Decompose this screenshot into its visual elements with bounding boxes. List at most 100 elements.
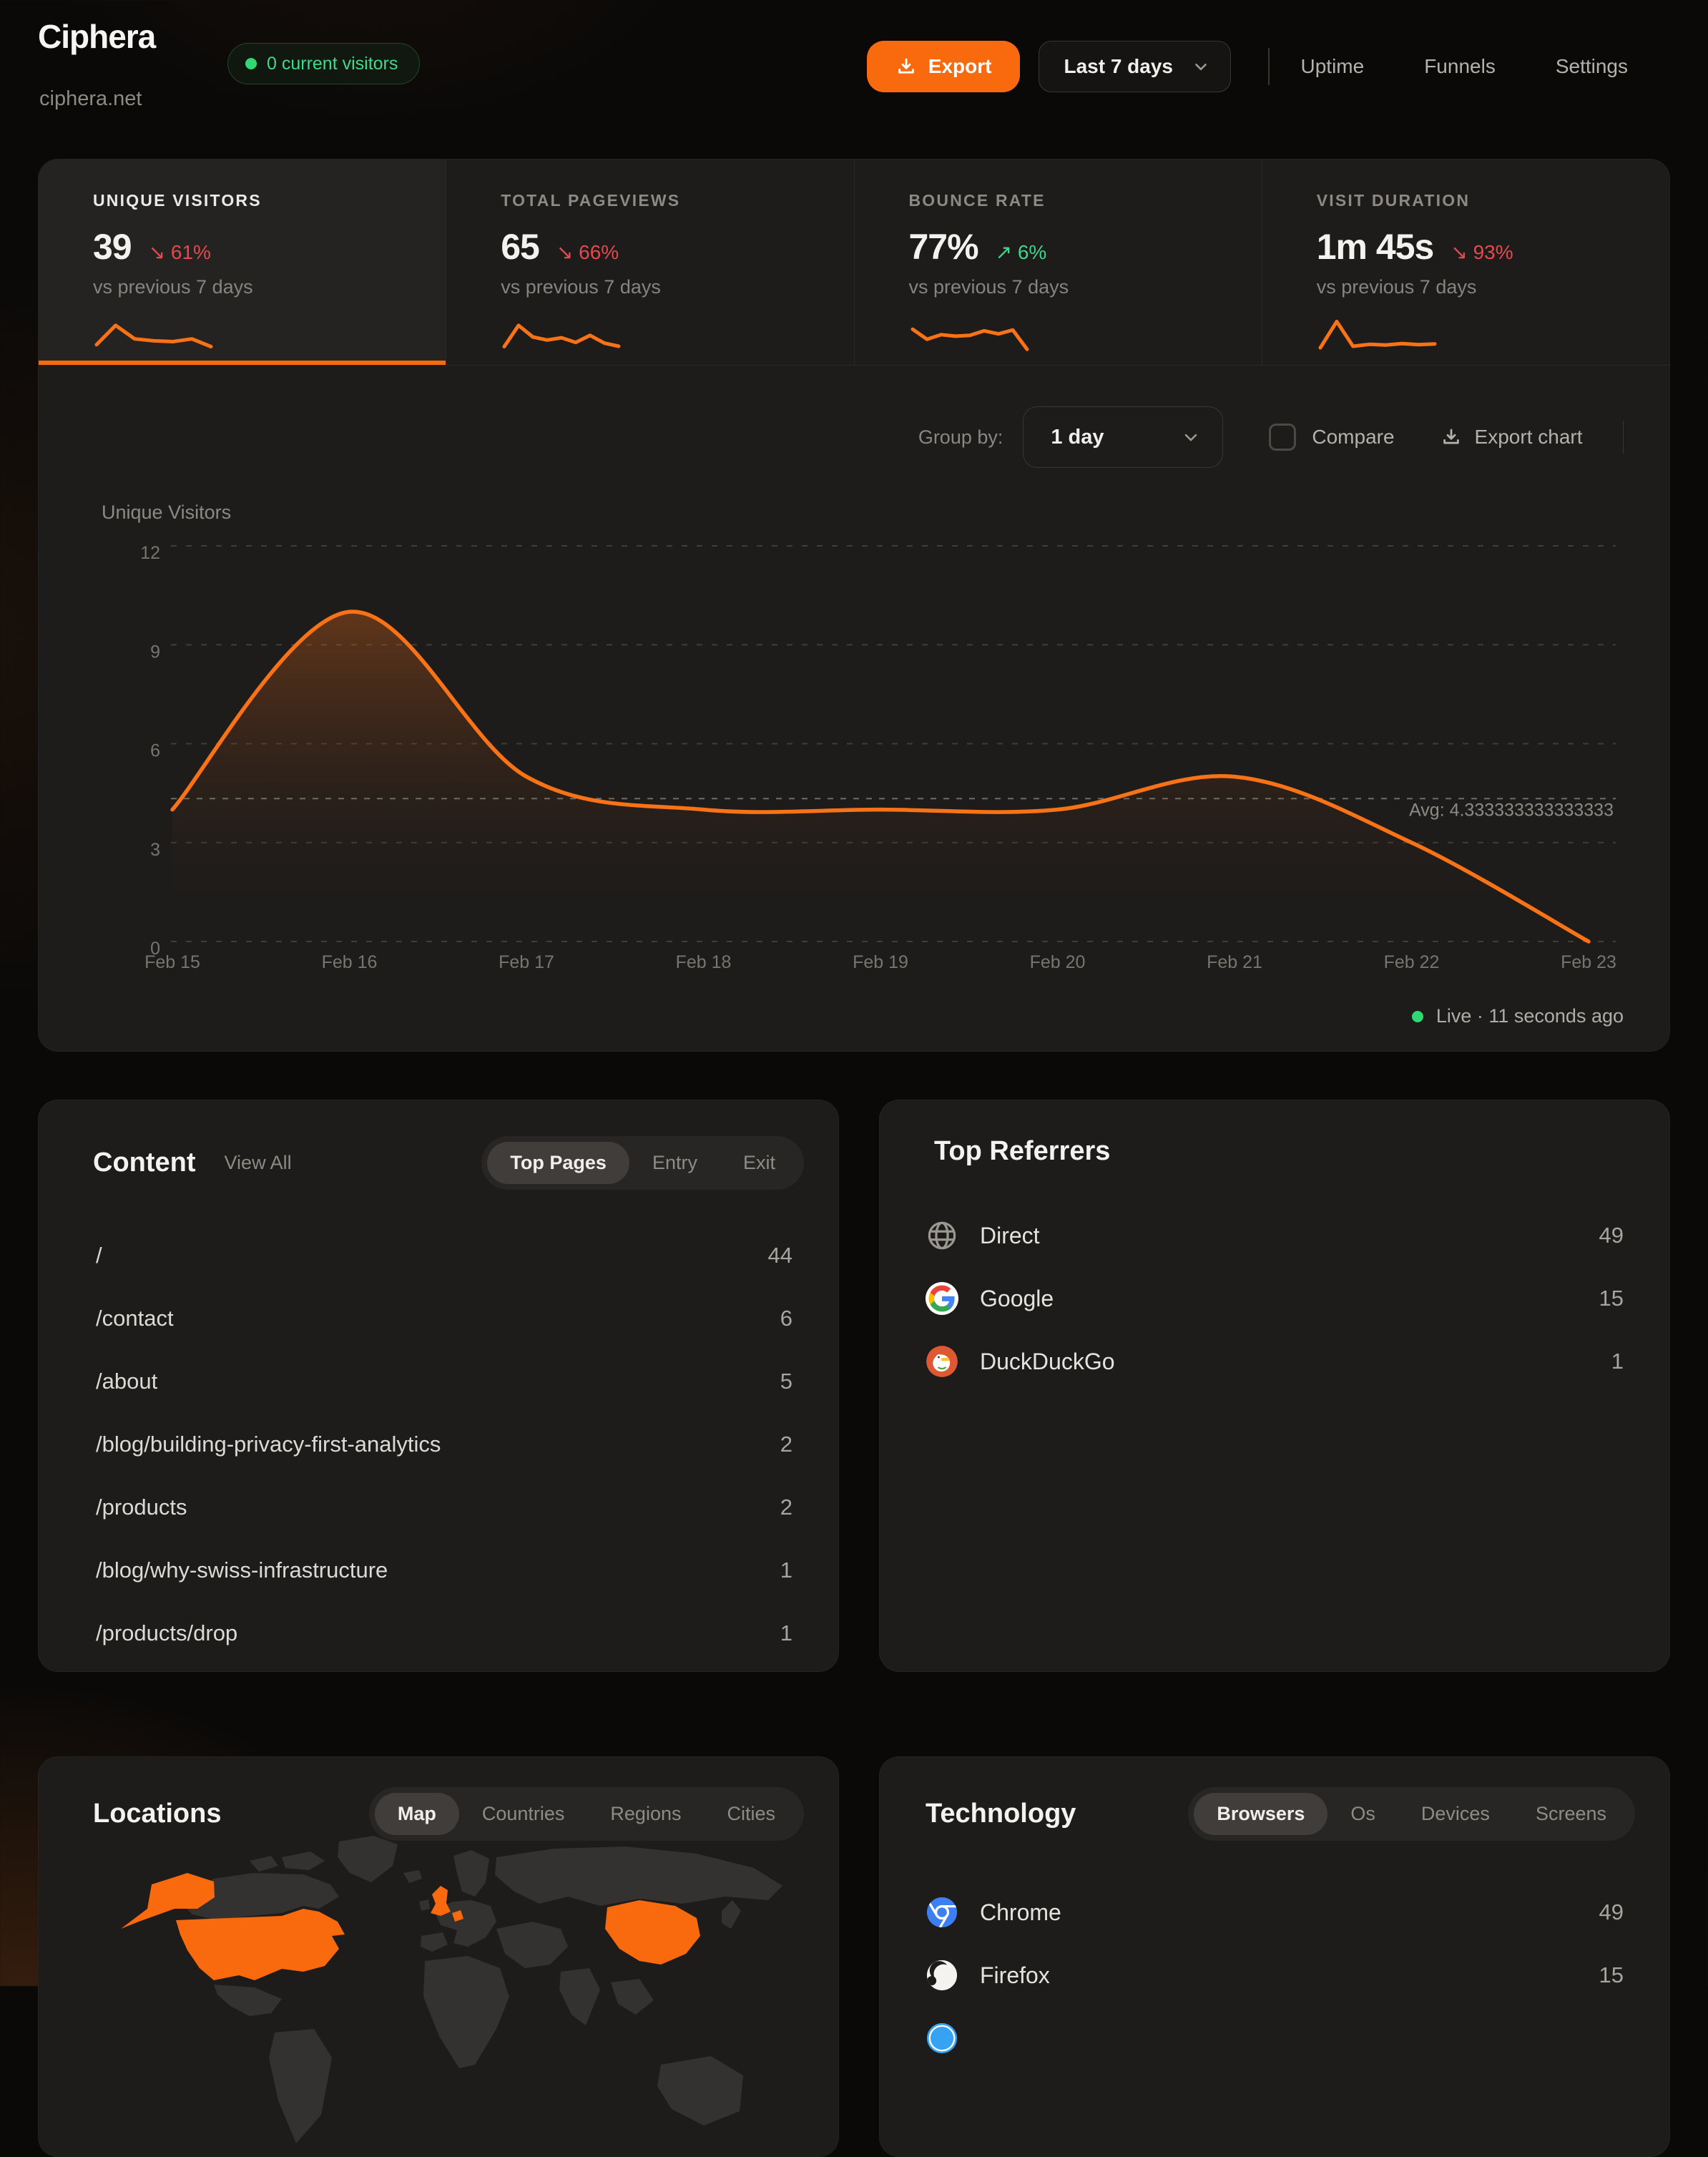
stat-label: TOTAL PAGEVIEWS — [501, 191, 825, 210]
top-referrers-card: Top Referrers Direct 49 Google 15 DuckDu… — [879, 1100, 1670, 1672]
nav-funnels[interactable]: Funnels — [1424, 55, 1496, 78]
page-count: 1 — [780, 1620, 792, 1646]
referrer-count: 15 — [1599, 1286, 1624, 1311]
page-count: 1 — [780, 1557, 792, 1583]
svg-text:Feb 19: Feb 19 — [853, 952, 908, 972]
page-path: /products/drop — [96, 1620, 237, 1646]
svg-text:Avg: 4.333333333333333: Avg: 4.333333333333333 — [1409, 800, 1614, 820]
stat-compare-label: vs previous 7 days — [93, 276, 417, 298]
stat-delta: ↘ 61% — [149, 240, 211, 264]
content-card: Content View All Top Pages Entry Exit /4… — [38, 1100, 839, 1672]
svg-text:Feb 21: Feb 21 — [1207, 952, 1262, 972]
page-row[interactable]: /products/drop 1 — [96, 1602, 792, 1665]
page-row[interactable]: /blog/building-privacy-first-analytics2 — [96, 1413, 792, 1476]
page-count: 44 — [768, 1243, 792, 1268]
referrer-name: Google — [980, 1286, 1054, 1312]
tab-screens[interactable]: Screens — [1513, 1793, 1629, 1835]
header-actions: Export Last 7 days Uptime Funnels Settin… — [867, 41, 1628, 92]
tab-exit[interactable]: Exit — [720, 1142, 798, 1184]
stat-value: 65 — [501, 226, 539, 268]
browser-row[interactable]: Firefox 15 — [926, 1944, 1624, 2007]
export-chart-button[interactable]: Export chart — [1440, 426, 1583, 449]
date-range-value: Last 7 days — [1064, 55, 1173, 78]
date-range-selector[interactable]: Last 7 days — [1039, 41, 1231, 92]
referrer-name: Direct — [980, 1223, 1040, 1249]
page-row[interactable]: /products2 — [96, 1476, 792, 1539]
page-path: / — [96, 1243, 102, 1268]
browser-row-partial[interactable] — [926, 2007, 1624, 2070]
tab-entry[interactable]: Entry — [629, 1142, 720, 1184]
page-path: /blog/why-swiss-infrastructure — [96, 1557, 388, 1583]
sparkline-chart — [501, 314, 622, 360]
compare-label: Compare — [1312, 426, 1394, 449]
page-count: 6 — [780, 1306, 792, 1331]
current-visitors-label: 0 current visitors — [267, 54, 398, 74]
live-status: Live · 11 seconds ago — [1412, 1005, 1624, 1027]
world-map[interactable] — [67, 1829, 811, 2157]
stat-value: 1m 45s — [1317, 226, 1434, 268]
svg-text:12: 12 — [140, 543, 160, 563]
site-domain: ciphera.net — [39, 87, 142, 111]
referrer-count: 1 — [1611, 1349, 1624, 1374]
technology-card: Technology Browsers Os Devices Screens C… — [879, 1756, 1670, 2157]
stat-tab-bounce-rate[interactable]: BOUNCE RATE 77% ↗ 6% vs previous 7 days — [855, 160, 1262, 365]
page-row[interactable]: /contact 6 — [96, 1287, 792, 1350]
duckduckgo-icon — [926, 1345, 958, 1378]
live-dot-icon — [245, 58, 257, 69]
group-by-selector[interactable]: 1 day — [1023, 406, 1223, 468]
tab-browsers[interactable]: Browsers — [1194, 1793, 1327, 1835]
compare-checkbox[interactable] — [1269, 424, 1296, 451]
export-button[interactable]: Export — [867, 41, 1021, 92]
svg-text:Feb 22: Feb 22 — [1384, 952, 1440, 972]
analytics-main-card: UNIQUE VISITORS 39 ↘ 61% vs previous 7 d… — [38, 159, 1670, 1052]
svg-text:Feb 18: Feb 18 — [676, 952, 732, 972]
download-icon — [895, 56, 917, 77]
sparkline-chart — [93, 314, 215, 360]
page-count: 2 — [780, 1495, 792, 1520]
nav-settings[interactable]: Settings — [1556, 55, 1628, 78]
tab-top-pages[interactable]: Top Pages — [487, 1142, 629, 1184]
referrer-row[interactable]: DuckDuckGo 1 — [926, 1330, 1624, 1393]
page-count: 5 — [780, 1369, 792, 1394]
google-icon — [926, 1282, 958, 1315]
browsers-list: Chrome 49 Firefox 15 — [880, 1881, 1669, 2070]
top-nav: Uptime Funnels Settings — [1301, 55, 1629, 78]
page-path: /contact — [96, 1306, 174, 1331]
page-row[interactable]: / 44 — [96, 1224, 792, 1287]
chevron-down-icon — [1181, 427, 1201, 447]
svg-text:9: 9 — [150, 642, 160, 662]
view-all-link[interactable]: View All — [225, 1152, 292, 1174]
group-by-value: 1 day — [1051, 426, 1104, 449]
stat-label: UNIQUE VISITORS — [93, 191, 417, 210]
svg-text:6: 6 — [150, 741, 160, 761]
stat-delta: ↘ 66% — [556, 240, 619, 264]
locations-card-title: Locations — [93, 1799, 221, 1829]
download-icon — [1440, 426, 1462, 448]
content-tabs: Top Pages Entry Exit — [481, 1136, 804, 1190]
tab-devices[interactable]: Devices — [1398, 1793, 1513, 1835]
stat-tab-unique-visitors[interactable]: UNIQUE VISITORS 39 ↘ 61% vs previous 7 d… — [39, 160, 446, 365]
referrer-row[interactable]: Direct 49 — [926, 1204, 1624, 1267]
tab-os[interactable]: Os — [1327, 1793, 1398, 1835]
browser-row[interactable]: Chrome 49 — [926, 1881, 1624, 1944]
stat-tab-total-pageviews[interactable]: TOTAL PAGEVIEWS 65 ↘ 66% vs previous 7 d… — [446, 160, 854, 365]
stat-compare-label: vs previous 7 days — [1317, 276, 1641, 298]
page-path: /blog/building-privacy-first-analytics — [96, 1432, 441, 1457]
group-by-label: Group by: — [918, 426, 1003, 449]
live-status-text: Live · 11 seconds ago — [1436, 1005, 1624, 1027]
referrer-row[interactable]: Google 15 — [926, 1267, 1624, 1330]
svg-text:Feb 20: Feb 20 — [1030, 952, 1086, 972]
stat-value: 39 — [93, 226, 132, 268]
page-row[interactable]: /about5 — [96, 1350, 792, 1413]
browser-count: 15 — [1599, 1962, 1624, 1988]
svg-text:Feb 15: Feb 15 — [144, 952, 200, 972]
referrers-list: Direct 49 Google 15 DuckDuckGo 1 — [880, 1204, 1669, 1393]
controls-divider — [1623, 421, 1624, 454]
map-country-uk — [431, 1886, 451, 1916]
page-row[interactable]: /blog/why-swiss-infrastructure 1 — [96, 1539, 792, 1602]
map-country-usa — [176, 1909, 345, 1980]
stat-tab-visit-duration[interactable]: VISIT DURATION 1m 45s ↘ 93% vs previous … — [1262, 160, 1669, 365]
stats-row: UNIQUE VISITORS 39 ↘ 61% vs previous 7 d… — [39, 160, 1669, 366]
unique-visitors-area-chart[interactable]: 129630Avg: 4.333333333333333Feb 15Feb 16… — [39, 494, 1671, 988]
nav-uptime[interactable]: Uptime — [1301, 55, 1365, 78]
